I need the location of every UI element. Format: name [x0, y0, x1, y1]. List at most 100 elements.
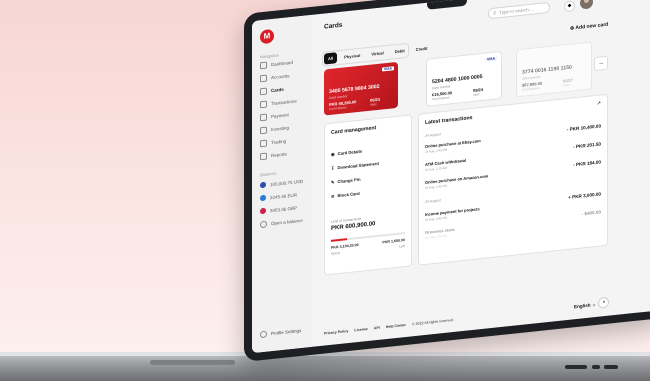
expand-arrow-icon[interactable]: ↗ — [597, 100, 601, 106]
change-pin-button[interactable]: ✎ Change Pin — [331, 177, 361, 185]
notification-bell-icon[interactable]: ◆ — [564, 0, 575, 13]
globe-icon: ☼ — [591, 301, 597, 308]
card-management-title: Card management — [331, 125, 377, 136]
transaction-amount: - PKR 201.50 — [573, 141, 601, 150]
transactions-title: Latest transactions — [425, 114, 473, 126]
balances-heading: Balances — [260, 170, 277, 178]
language-selector[interactable]: English ☼ — [574, 302, 596, 309]
transaction-amount: - PKR 10,400.00 — [566, 123, 601, 133]
main-content: Cards ⚲ Type to search ... ◆ ⊕ Add new ca… — [312, 0, 650, 347]
sidebar-item-accounts[interactable]: Accounts — [260, 72, 290, 83]
tab-all[interactable]: All — [324, 52, 338, 65]
card-valid-label: Valid — [473, 92, 480, 97]
transaction-title: Online purchase on Amazon.com — [425, 173, 489, 185]
next-card-arrow-icon[interactable]: → — [594, 55, 608, 72]
page-title: Cards — [324, 21, 343, 31]
balance-label: 3453.36 GBP — [270, 204, 298, 213]
sidebar-item-label: Transactions — [271, 98, 297, 107]
card-details-button[interactable]: ◉ Card Details — [331, 149, 362, 157]
accounts-icon — [260, 74, 267, 83]
uk-flag-icon — [260, 207, 266, 215]
card-balance-label: Card balance — [329, 105, 347, 112]
block-card-button[interactable]: ⊘ Block Card — [331, 191, 360, 199]
sidebar-item-label: Trading — [271, 138, 287, 146]
card-number-label: Card number — [432, 84, 451, 91]
laptop-port — [604, 365, 618, 369]
sidebar-item-cards[interactable]: Cards — [260, 86, 284, 96]
sidebar-item-payment[interactable]: Payment — [260, 111, 289, 122]
card-details-label: Card Details — [337, 148, 363, 157]
theme-toggle-icon[interactable]: ◑ — [598, 296, 609, 309]
sidebar: M Navigation Dashboard Accounts Cards Tr… — [252, 14, 312, 354]
transaction-amount: - $400.00 — [581, 209, 601, 217]
visa-logo: VISA — [484, 56, 497, 62]
profile-settings-link[interactable]: Profile Settings — [260, 327, 301, 339]
card-icon — [260, 87, 267, 96]
footer-link-help[interactable]: Help Center — [386, 323, 406, 329]
transaction-date-header: 24 August — [425, 132, 441, 138]
balance-eur[interactable]: 2245.46 EUR — [260, 191, 297, 202]
nav-heading: Navigation — [260, 52, 279, 60]
spent-label: Spent — [331, 250, 340, 256]
transaction-time: 24 Aug, 3:40 PM — [425, 147, 448, 154]
us-flag-icon — [260, 181, 266, 189]
app-window: M Navigation Dashboard Accounts Cards Tr… — [252, 0, 650, 354]
left-label: Left — [399, 244, 405, 249]
balance-gbp[interactable]: 3453.36 GBP — [260, 204, 298, 215]
sidebar-item-transactions[interactable]: Transactions — [260, 97, 297, 109]
latest-transactions-panel: Latest transactions ↗ 24 August Online p… — [418, 93, 608, 266]
sidebar-item-investing[interactable]: Investing — [260, 124, 290, 135]
tab-virtual[interactable]: Virtual — [367, 47, 387, 60]
sidebar-item-dashboard[interactable]: Dashboard — [260, 59, 294, 70]
add-new-card-button[interactable]: ⊕ Add new card — [570, 22, 608, 32]
sidebar-item-label: Reports — [271, 151, 287, 159]
card-number: 3774 0016 1190 1150 — [522, 64, 572, 76]
card-item[interactable]: 3774 0016 1190 1150 Card number $57,900.… — [516, 41, 592, 98]
balance-label: 100,000.75 USD — [270, 178, 304, 187]
transaction-time: 24 Aug, 2:15 AM — [425, 165, 448, 172]
footer-link-license[interactable]: License — [354, 327, 367, 332]
reports-icon — [260, 152, 267, 161]
search-input[interactable]: ⚲ Type to search ... — [488, 1, 550, 20]
brand-logo[interactable]: M — [260, 28, 274, 45]
block-icon: ⊘ — [331, 193, 335, 199]
limit-progress-fill — [331, 238, 348, 242]
copyright: © 2022 All rights reserved — [411, 318, 454, 327]
open-balance-label: Open a balance — [271, 217, 303, 227]
sidebar-item-label: Investing — [271, 125, 290, 133]
settings-icon — [260, 330, 267, 339]
card-item[interactable]: VISA 3400 5678 9804 3002 Card number PKR… — [324, 61, 398, 116]
search-icon: ⚲ — [493, 9, 497, 16]
add-card-label: Add new card — [575, 21, 609, 32]
sidebar-item-label: Dashboard — [271, 59, 294, 68]
card-item[interactable]: VISA 5204 4800 1000 0005 Card number €16… — [426, 50, 502, 107]
eu-flag-icon — [260, 194, 266, 202]
footer-link-privacy[interactable]: Privacy Policy — [324, 329, 348, 336]
balance-usd[interactable]: 100,000.75 USD — [260, 178, 303, 189]
change-pin-label: Change Pin — [337, 176, 361, 185]
sidebar-item-reports[interactable]: Reports — [260, 151, 287, 161]
dashboard-icon — [260, 61, 267, 70]
open-balance-link[interactable]: Open a balance — [260, 217, 303, 229]
laptop-opening-notch — [150, 360, 235, 365]
tab-debit[interactable]: Debit — [391, 45, 409, 58]
sidebar-item-label: Accounts — [271, 73, 290, 81]
download-statement-label: Download Statement — [337, 160, 379, 171]
card-valid-label: Valid — [370, 102, 377, 107]
laptop-port — [592, 365, 600, 369]
laptop-screen-bezel: M Navigation Dashboard Accounts Cards Tr… — [244, 0, 650, 362]
footer-link-api[interactable]: API — [374, 326, 380, 331]
transaction-time: 24 Aug, 2:40 PM — [425, 233, 448, 240]
sidebar-item-label: Payment — [271, 112, 289, 120]
sidebar-item-trading[interactable]: Trading — [260, 138, 286, 148]
spent-value: PKR 3,100,20.00 — [331, 242, 359, 250]
transaction-amount: - PKR 184.00 — [573, 159, 601, 168]
investing-icon — [260, 126, 267, 135]
tab-credit[interactable]: Credit — [412, 42, 432, 55]
payment-icon — [260, 113, 267, 122]
card-balance-label: Card balance — [432, 95, 450, 102]
search-placeholder: Type to search ... — [499, 6, 534, 16]
avatar[interactable] — [580, 0, 593, 10]
plus-circle-icon — [260, 220, 267, 229]
download-statement-button[interactable]: ↧ Download Statement — [331, 161, 379, 171]
